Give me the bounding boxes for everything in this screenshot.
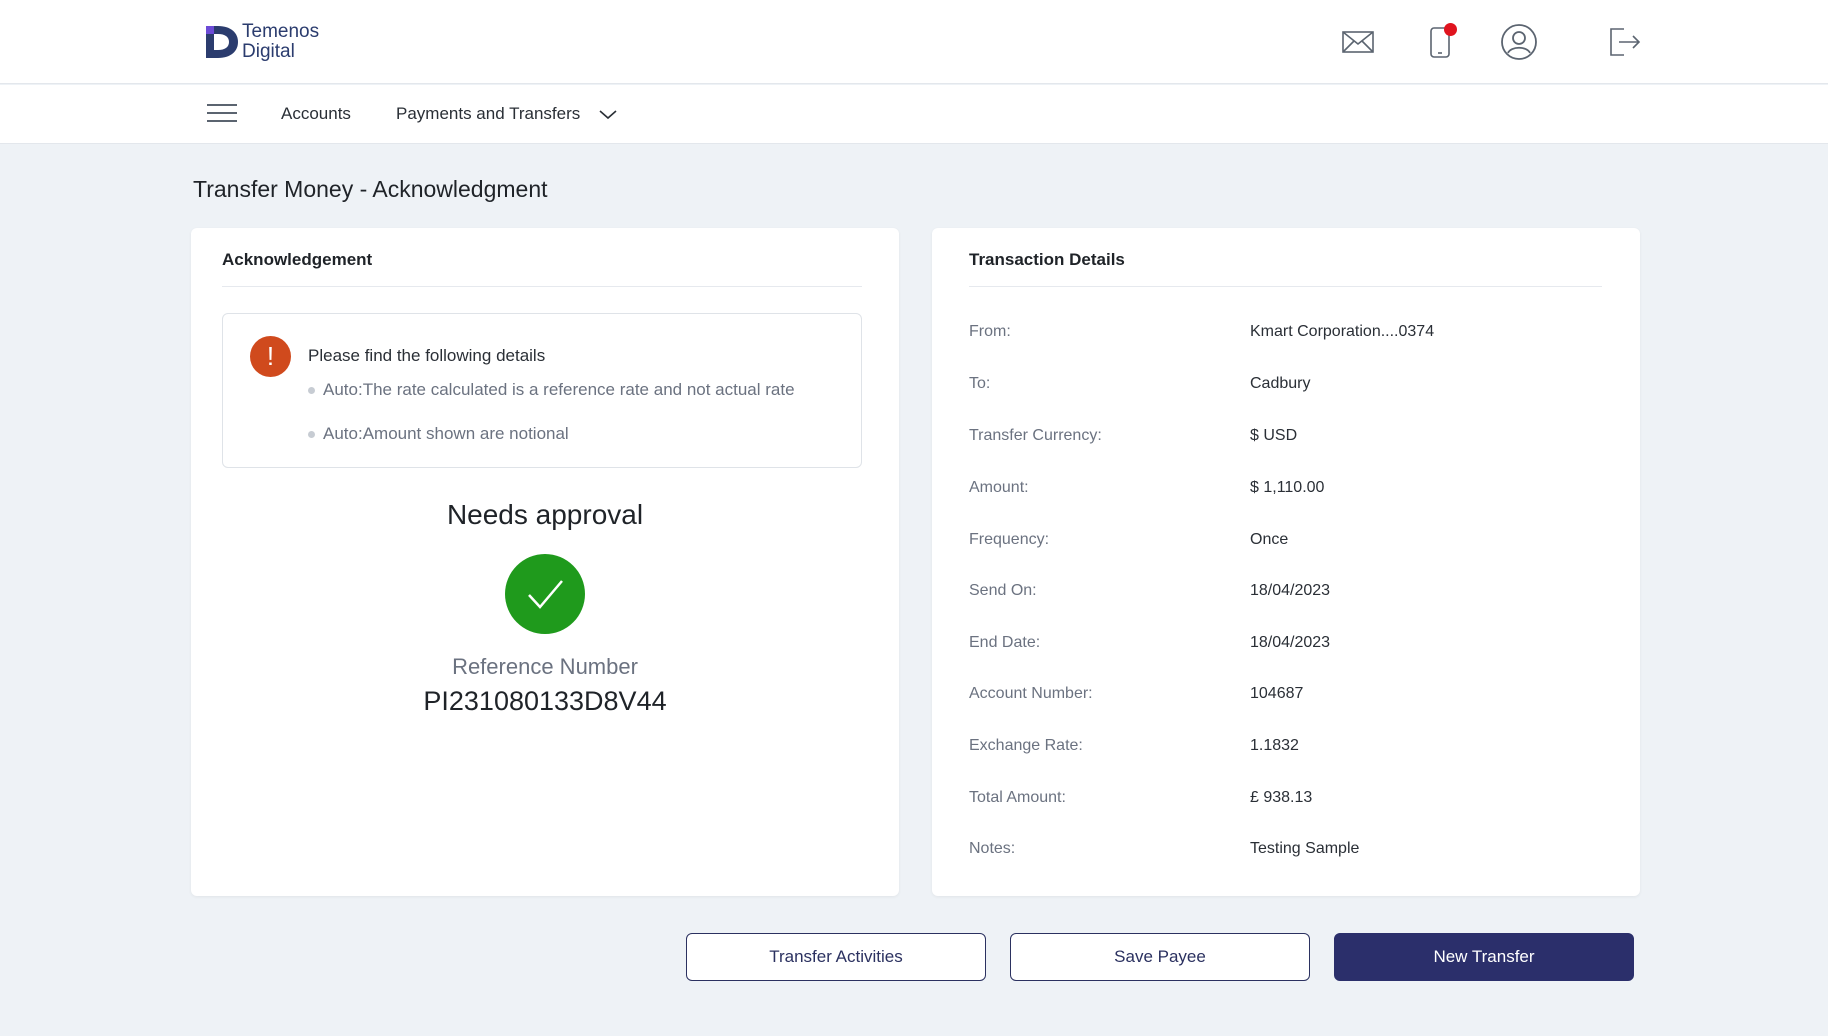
new-transfer-button[interactable]: New Transfer (1334, 933, 1634, 981)
mail-icon[interactable] (1338, 20, 1378, 64)
notification-dot (1444, 23, 1457, 36)
detail-label: From: (969, 323, 1011, 340)
top-header: Temenos Digital (0, 0, 1828, 84)
bullet-dot-icon (308, 430, 315, 438)
info-bullet: Auto:The rate calculated is a reference … (308, 380, 795, 400)
detail-value: Once (1250, 531, 1289, 548)
detail-label: To: (969, 375, 991, 392)
main-nav: Accounts Payments and Transfers (0, 85, 1828, 144)
detail-value: Kmart Corporation....0374 (1250, 323, 1435, 340)
detail-label: Notes: (969, 840, 1016, 857)
transaction-details-title: Transaction Details (969, 250, 1125, 269)
reference-number-label: Reference Number (452, 654, 638, 679)
logout-icon[interactable] (1605, 20, 1645, 64)
nav-item-accounts[interactable]: Accounts (281, 104, 351, 124)
bullet-dot-icon (308, 386, 315, 394)
divider (969, 286, 1602, 287)
brand-name-line1: Temenos (242, 21, 320, 42)
temenos-logo-icon (206, 26, 238, 58)
nav-item-payments-and-transfers[interactable]: Payments and Transfers (396, 104, 580, 124)
info-bullet-text: Auto:Amount shown are notional (323, 424, 569, 443)
detail-value: $ 1,110.00 (1250, 479, 1325, 496)
detail-value: 18/04/2023 (1250, 634, 1331, 651)
detail-value: 1.1832 (1250, 737, 1299, 754)
detail-value: $ USD (1250, 427, 1298, 444)
acknowledgement-card: Acknowledgement ! Please find the follow… (191, 228, 899, 896)
brand-logo[interactable]: Temenos Digital (202, 22, 319, 62)
info-message-box: ! Please find the following details Auto… (222, 313, 862, 468)
detail-label: End Date: (969, 634, 1041, 651)
approval-status: Needs approval (446, 499, 644, 530)
detail-value: Testing Sample (1250, 840, 1360, 857)
detail-label: Exchange Rate: (969, 737, 1083, 754)
detail-label: Amount: (969, 479, 1029, 496)
transfer-activities-button[interactable]: Transfer Activities (686, 933, 986, 981)
hamburger-menu-icon[interactable] (207, 104, 237, 126)
page-title: Transfer Money - Acknowledgment (193, 176, 548, 202)
info-bullet-text: Auto:The rate calculated is a reference … (323, 380, 795, 399)
detail-label: Frequency: (969, 531, 1050, 548)
save-payee-button[interactable]: Save Payee (1010, 933, 1310, 981)
transaction-details-card: Transaction Details From: Kmart Corporat… (932, 228, 1640, 896)
chevron-down-icon[interactable] (597, 105, 619, 123)
info-heading: Please find the following details (308, 346, 546, 365)
detail-value: 18/04/2023 (1250, 582, 1331, 599)
detail-label: Account Number: (969, 685, 1093, 702)
detail-value: £ 938.13 (1250, 789, 1313, 806)
detail-value: Cadbury (1250, 375, 1311, 392)
acknowledgement-title: Acknowledgement (222, 250, 373, 269)
divider (222, 286, 862, 287)
checkmark-icon (505, 554, 585, 634)
detail-value: 104687 (1250, 685, 1304, 702)
detail-label: Transfer Currency: (969, 427, 1102, 444)
reference-number-value: PI231080133D8V44 (423, 686, 667, 716)
brand-name-line2: Digital (242, 41, 295, 62)
info-bullet: Auto:Amount shown are notional (308, 424, 569, 444)
exclamation-icon: ! (250, 336, 291, 377)
mobile-notification-icon[interactable] (1420, 20, 1460, 64)
profile-icon[interactable] (1499, 20, 1539, 64)
detail-label: Send On: (969, 582, 1037, 599)
detail-label: Total Amount: (969, 789, 1066, 806)
